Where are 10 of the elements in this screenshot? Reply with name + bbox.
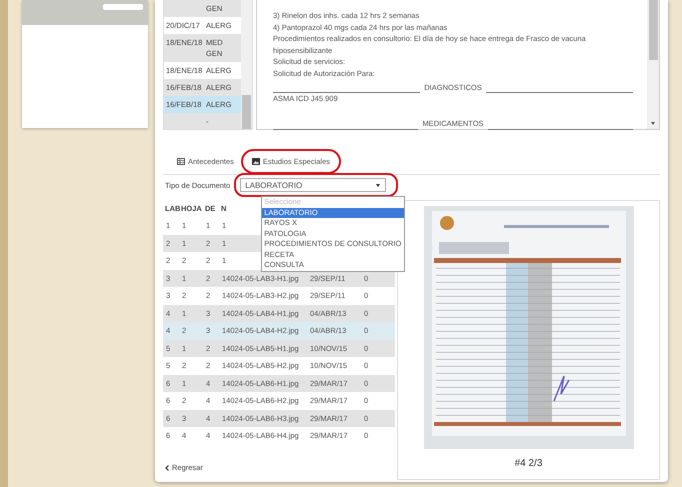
image-icon (252, 158, 260, 166)
scrollbar-thumb[interactable] (648, 0, 658, 60)
scroll-down-icon[interactable] (651, 122, 655, 125)
chevron-left-icon (165, 464, 169, 470)
scrollbar-thumb[interactable] (242, 95, 251, 129)
card-button[interactable] (103, 4, 143, 10)
page-caption: #4 2/3 (514, 458, 542, 469)
document-type-select[interactable]: LABORATORIO (240, 178, 386, 192)
table-icon (177, 158, 185, 166)
caret-icon (376, 184, 380, 187)
